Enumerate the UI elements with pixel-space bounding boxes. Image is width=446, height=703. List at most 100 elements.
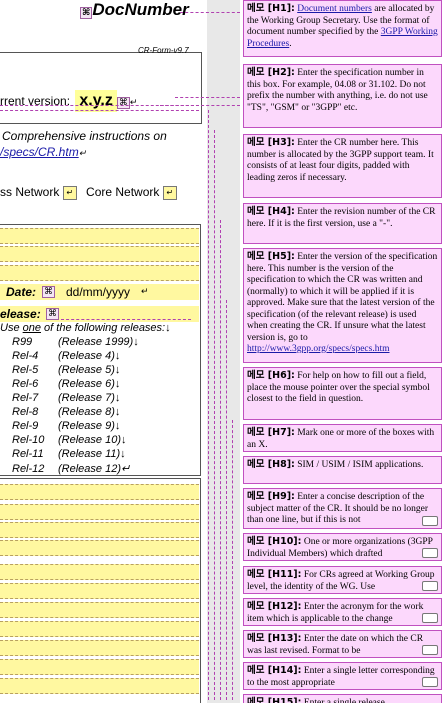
release-item: R99 (Release 1999)↓ [12, 336, 139, 348]
form-field-row[interactable] [0, 583, 199, 599]
comment-leader [180, 12, 240, 13]
release-code: Rel-11 [12, 448, 44, 460]
release-item: Rel-7 (Release 7)↓ [12, 392, 121, 404]
form-field-row[interactable] [0, 621, 199, 637]
form-field-row[interactable] [0, 228, 199, 244]
instructions-link[interactable]: /specs/CR.htm [0, 145, 79, 159]
comment-balloon[interactable]: 메모 [H6]: For help on how to fill out a f… [243, 367, 442, 420]
date-field[interactable]: dd/mm/yyyy [66, 285, 130, 299]
comment-balloon[interactable]: 메모 [H4]: Enter the revision number of th… [243, 203, 442, 244]
date-row: Date: ⌘ dd/mm/yyyy ↵ [0, 284, 199, 300]
comment-id: 메모 [H13]: [247, 633, 302, 644]
expand-comment-button[interactable] [422, 581, 438, 591]
field-marker-icon[interactable]: ⌘ [116, 97, 130, 109]
form-field-row[interactable] [0, 265, 199, 281]
network-label-2: Core Network [86, 185, 160, 199]
release-code: Rel-4 [12, 350, 39, 362]
form-field-row[interactable] [0, 504, 199, 520]
instructions-link-row: /specs/CR.htm↵ [0, 145, 87, 159]
release-name: (Release 11) [58, 448, 121, 460]
release-item: Rel-4 (Release 4)↓ [12, 350, 121, 362]
comment-leader [208, 110, 209, 700]
release-name: (Release 9) [58, 420, 115, 432]
comment-balloon[interactable]: 메모 [H3]: Enter the CR number here. This … [243, 134, 442, 198]
comment-balloon[interactable]: 메모 [H12]: Enter the acronym for the work… [243, 598, 442, 626]
comment-id: 메모 [H15]: [247, 697, 302, 703]
release-hint-one: one [22, 322, 41, 334]
field-marker-icon[interactable]: ⌘ [42, 286, 55, 298]
release-code: Rel-7 [12, 392, 39, 404]
comment-balloon[interactable]: 메모 [H10]: One or more organizations (3GP… [243, 533, 442, 561]
field-marker-icon[interactable]: ⌘ [46, 308, 59, 320]
comment-leader [232, 420, 233, 700]
release-code: Rel-10 [12, 434, 45, 446]
comment-balloon[interactable]: 메모 [H13]: Enter the date on which the CR… [243, 630, 442, 658]
comment-leader [160, 105, 240, 106]
network-row: ss Network ↵ Core Network ↵ [0, 185, 177, 200]
comment-balloon[interactable]: 메모 [H7]: Mark one or more of the boxes w… [243, 424, 442, 452]
expand-comment-button[interactable] [422, 516, 438, 526]
form-field-row[interactable] [0, 640, 199, 656]
form-field-row[interactable] [0, 564, 199, 580]
form-id: CR-Form-v9.7 [138, 46, 189, 55]
release-code: Rel-9 [12, 420, 39, 432]
comment-balloon[interactable]: 메모 [H8]: SIM / USIM / ISIM applications. [243, 456, 442, 484]
instructions-text: Comprehensive instructions on [2, 129, 167, 143]
comment-balloon[interactable]: 메모 [H5]: Enter the version of the specif… [243, 248, 442, 363]
comment-balloon[interactable]: 메모 [H14]: Enter a single letter correspo… [243, 662, 442, 690]
release-code: Rel-12 [12, 463, 45, 475]
comment-id: 메모 [H8]: [247, 459, 295, 470]
form-field-row[interactable] [0, 659, 199, 675]
network-checkbox-1[interactable]: ↵ [62, 185, 77, 200]
comment-id: 메모 [H6]: [247, 370, 295, 381]
doc-number-field[interactable]: ⌘ DocNumber [80, 0, 189, 20]
expand-comment-button[interactable] [422, 645, 438, 655]
comment-link[interactable]: http://www.3gpp.org/specs/specs.htm [247, 344, 390, 354]
comment-id: 메모 [H12]: [247, 601, 302, 612]
comment-text: Enter the version of the specification h… [247, 252, 438, 343]
release-code: R99 [12, 336, 33, 348]
release-field[interactable] [61, 309, 191, 320]
comment-balloon[interactable]: 메모 [H15]: Enter a single release [243, 694, 442, 703]
network-checkbox-2[interactable]: ↵ [162, 185, 177, 200]
comment-id: 메모 [H7]: [247, 427, 295, 438]
form-field-row[interactable] [0, 678, 199, 694]
release-item: Rel-6 (Release 6)↓ [12, 378, 121, 390]
current-version-row: rrent version: x.y.z ⌘ ↵ [0, 90, 137, 112]
comment-link[interactable]: Document numbers [297, 4, 372, 14]
expand-comment-button[interactable] [422, 613, 438, 623]
release-name: (Release 4) [58, 350, 115, 362]
expand-comment-button[interactable] [422, 677, 438, 687]
field-marker-icon[interactable]: ⌘ [80, 7, 93, 19]
comment-id: 메모 [H4]: [247, 206, 295, 217]
version-field[interactable]: x.y.z [75, 90, 117, 112]
comment-leader [220, 220, 221, 700]
comment-balloon[interactable]: 메모 [H9]: Enter a concise description of … [243, 488, 442, 529]
release-name: (Release 7) [58, 392, 115, 404]
form-field-row[interactable] [0, 484, 199, 500]
form-field-row[interactable] [0, 246, 199, 262]
comment-id: 메모 [H2]: [247, 67, 295, 78]
doc-number-text: DocNumber [92, 0, 189, 19]
release-item: Rel-5 (Release 5)↓ [12, 364, 121, 376]
form-field-row[interactable] [0, 602, 199, 618]
comment-balloon[interactable]: 메모 [H11]: For CRs agreed at Working Grou… [243, 566, 442, 594]
comment-text: SIM / USIM / ISIM applications. [297, 460, 424, 470]
release-code: Rel-6 [12, 378, 39, 390]
release-hint-prefix: Use [0, 322, 23, 334]
release-hint-suffix: of the following releases: [40, 322, 166, 334]
comment-id: 메모 [H9]: [247, 491, 295, 502]
comment-leader [214, 130, 215, 700]
release-item: Rel-11 (Release 11)↓ [12, 448, 126, 460]
comment-balloon[interactable]: 메모 [H2]: Enter the specification number … [243, 64, 442, 128]
form-field-row[interactable] [0, 522, 199, 538]
form-field-row[interactable] [0, 540, 199, 556]
comment-id: 메모 [H14]: [247, 665, 302, 676]
network-label-1: ss Network [0, 185, 60, 199]
release-hint: Use one of the following releases:↓ [0, 322, 171, 334]
expand-comment-button[interactable] [422, 548, 438, 558]
comments-pane[interactable]: 메모 [H1]: Document numbers are allocated … [240, 0, 446, 703]
comment-leader [226, 300, 227, 700]
comment-balloon[interactable]: 메모 [H1]: Document numbers are allocated … [243, 0, 442, 57]
comment-id: 메모 [H10]: [247, 536, 302, 547]
